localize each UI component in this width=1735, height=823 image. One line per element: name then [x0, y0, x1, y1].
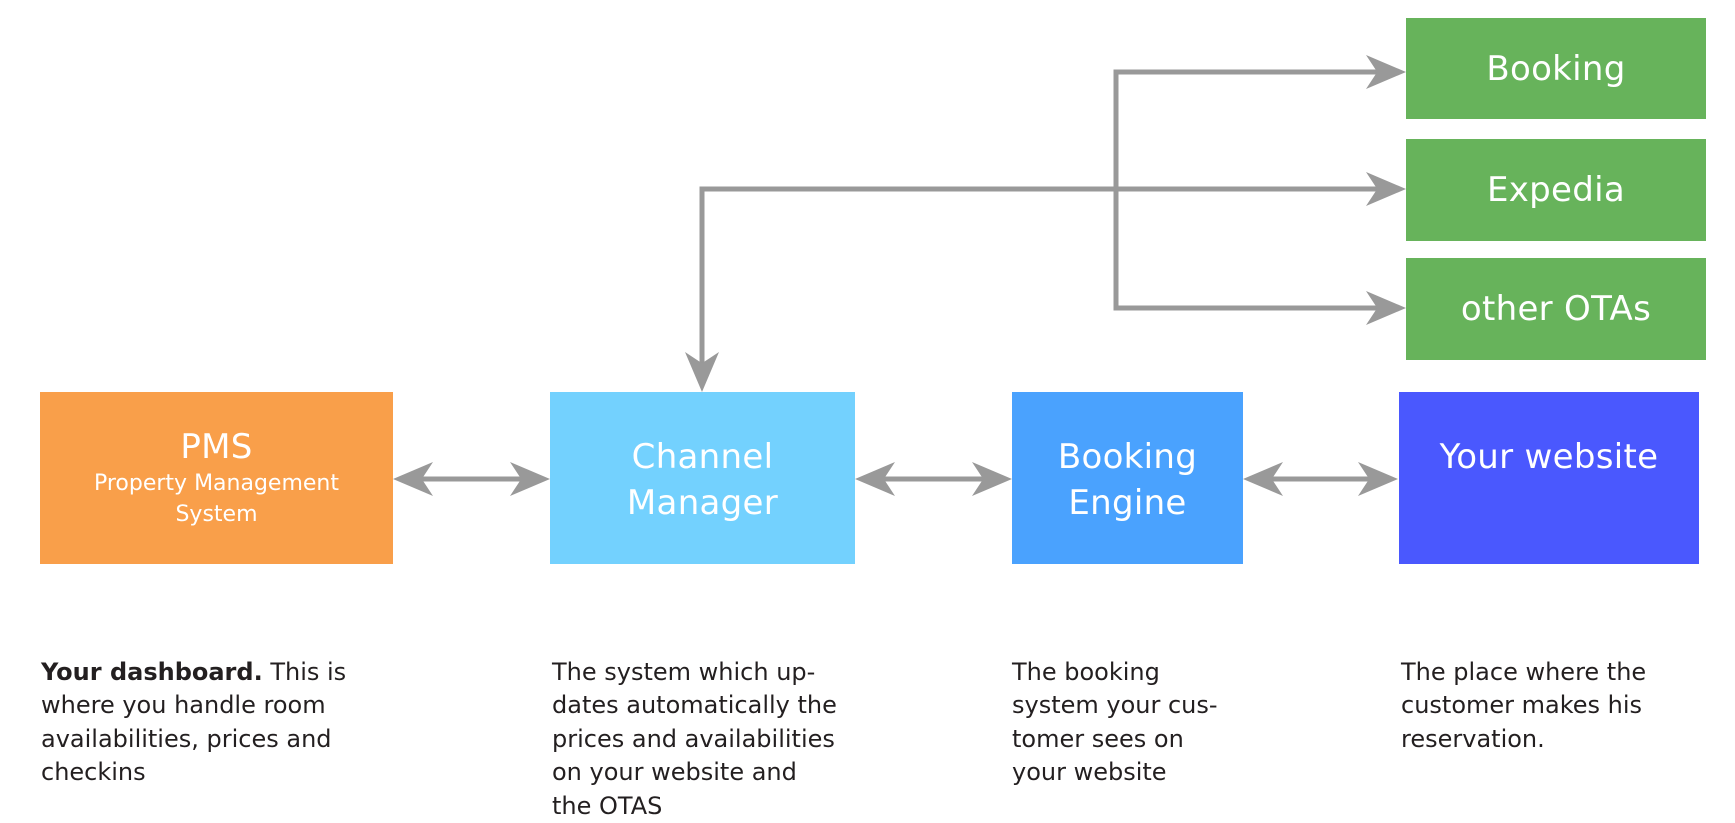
description-pms-bold: Your dashboard.: [41, 657, 263, 686]
node-expedia: Expedia: [1406, 139, 1706, 241]
description-your-website-text: The place where the customer makes his r…: [1401, 657, 1647, 753]
description-channel-manager-text: The system which up- dates automatically…: [552, 657, 837, 820]
diagram-canvas: Booking Expedia other OTAs PMS Property …: [0, 0, 1735, 820]
node-pms-subtitle-line2: System: [175, 502, 258, 527]
node-booking-engine: Booking Engine: [1012, 392, 1243, 564]
node-other-otas: other OTAs: [1406, 258, 1706, 360]
node-pms-title: PMS: [180, 427, 253, 467]
node-pms-subtitle-line1: Property Management: [93, 471, 339, 496]
description-your-website: The place where the customer makes his r…: [1401, 622, 1731, 756]
description-booking-engine: The booking system your cus- tomer sees …: [1012, 622, 1342, 790]
node-booking-engine-line2: Engine: [1068, 483, 1187, 523]
node-booking-label: Booking: [1486, 48, 1626, 89]
node-channel-manager: Channel Manager: [550, 392, 855, 564]
node-booking-engine-line1: Booking: [1057, 437, 1198, 477]
node-your-website: Your website: [1399, 392, 1699, 564]
node-expedia-label: Expedia: [1486, 170, 1626, 210]
node-your-website-label: Your website: [1439, 437, 1659, 477]
description-pms: Your dashboard. This is where you handle…: [41, 622, 361, 790]
description-booking-engine-text: The booking system your cus- tomer sees …: [1012, 657, 1218, 787]
node-channel-manager-line1: Channel: [631, 437, 774, 477]
node-pms: PMS Property Management System: [40, 392, 393, 564]
node-other-otas-label: other OTAs: [1460, 289, 1652, 329]
node-booking: Booking: [1406, 18, 1706, 119]
description-channel-manager: The system which up- dates automatically…: [552, 622, 882, 823]
node-channel-manager-line2: Manager: [626, 483, 779, 523]
